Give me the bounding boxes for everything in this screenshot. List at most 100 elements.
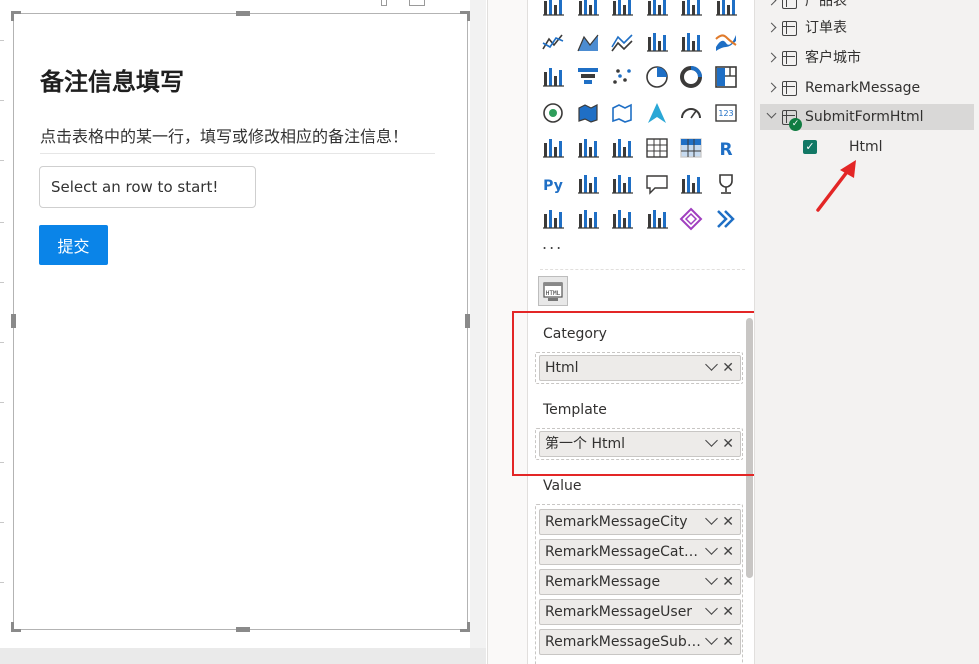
resize-handle-top[interactable] xyxy=(236,11,250,16)
table-icon xyxy=(782,51,797,66)
chevron-down-icon[interactable] xyxy=(705,512,718,525)
close-icon[interactable]: ✕ xyxy=(722,600,734,624)
submit-button[interactable]: 提交 xyxy=(39,225,108,265)
r-visual-icon[interactable]: R xyxy=(713,135,739,161)
svg-text:123: 123 xyxy=(718,109,733,118)
html-content-visual-icon[interactable]: HTML xyxy=(538,276,568,306)
resize-corner-br[interactable] xyxy=(460,622,470,632)
chevron-right-icon[interactable] xyxy=(766,52,777,63)
ruler-tick xyxy=(0,222,4,223)
custom-visual-icon[interactable] xyxy=(644,206,670,232)
resize-corner-tr[interactable] xyxy=(460,11,470,21)
close-icon[interactable]: ✕ xyxy=(722,570,734,594)
chevron-down-icon[interactable] xyxy=(705,542,718,555)
matrix-icon[interactable] xyxy=(678,135,704,161)
resize-handle-right[interactable] xyxy=(465,314,470,328)
resize-handle-bottom[interactable] xyxy=(236,627,250,632)
donut-icon[interactable] xyxy=(678,64,704,90)
stacked-column-icon[interactable] xyxy=(575,0,601,19)
resize-handle-left[interactable] xyxy=(11,314,16,328)
clustered-column-icon[interactable] xyxy=(644,0,670,19)
waterfall-icon[interactable] xyxy=(540,64,566,90)
power-apps-icon[interactable] xyxy=(575,206,601,232)
card-icon[interactable]: 123 xyxy=(713,100,739,126)
field-checkbox[interactable]: ✓ xyxy=(803,140,817,154)
shape-map-icon[interactable] xyxy=(609,100,635,126)
canvas-ruler xyxy=(0,0,6,664)
value-field[interactable]: RemarkMessageSubm... ✕ xyxy=(539,629,741,655)
azure-map-icon[interactable] xyxy=(644,100,670,126)
smart-narrative-icon[interactable] xyxy=(678,171,704,197)
slicer-icon[interactable] xyxy=(609,135,635,161)
highlight-box xyxy=(512,311,776,476)
table-icon xyxy=(782,81,797,96)
ribbon-chart-icon[interactable] xyxy=(713,29,739,55)
goals-icon[interactable] xyxy=(713,171,739,197)
scatter-icon[interactable] xyxy=(609,64,635,90)
diamond-visual-icon[interactable] xyxy=(678,206,704,232)
close-icon[interactable]: ✕ xyxy=(722,630,734,654)
chevron-down-icon[interactable] xyxy=(705,632,718,645)
map-icon[interactable] xyxy=(540,100,566,126)
table-row-remarkmessage[interactable]: RemarkMessage xyxy=(760,75,974,101)
filled-map-icon[interactable] xyxy=(575,100,601,126)
line-clustered-column-icon[interactable] xyxy=(678,29,704,55)
table-name: RemarkMessage xyxy=(805,80,921,96)
table-row-submitformhtml[interactable]: ✓ SubmitFormHtml xyxy=(760,104,974,131)
treemap-icon[interactable] xyxy=(713,64,739,90)
value-well[interactable]: RemarkMessageCity ✕ RemarkMessageCateg..… xyxy=(535,504,743,664)
value-field[interactable]: RemarkMessageUser ✕ xyxy=(539,599,741,625)
svg-text:Py: Py xyxy=(543,178,563,194)
decomposition-tree-icon[interactable] xyxy=(609,171,635,197)
ruler-tick xyxy=(0,342,4,343)
resize-corner-bl[interactable] xyxy=(11,622,21,632)
field-row-html[interactable]: ✓ Html xyxy=(800,134,960,160)
value-field[interactable]: RemarkMessage ✕ xyxy=(539,569,741,595)
html-visual-container[interactable] xyxy=(11,11,470,632)
gauge-icon[interactable] xyxy=(678,100,704,126)
chevron-down-icon[interactable] xyxy=(766,108,777,119)
close-icon[interactable]: ✕ xyxy=(722,510,734,534)
filter-icon[interactable] xyxy=(381,0,387,6)
stacked-area-icon[interactable] xyxy=(609,29,635,55)
table-row-product[interactable]: 产品表 xyxy=(760,0,974,14)
100-bar-icon[interactable] xyxy=(678,0,704,19)
kpi-icon[interactable] xyxy=(575,135,601,161)
qa-icon[interactable] xyxy=(644,171,670,197)
key-influencers-icon[interactable] xyxy=(575,171,601,197)
python-visual-icon[interactable]: Py xyxy=(540,171,566,197)
value-field[interactable]: RemarkMessageCity ✕ xyxy=(539,509,741,535)
multi-row-card-icon[interactable] xyxy=(540,135,566,161)
ruler-tick xyxy=(0,462,4,463)
chevron-down-icon[interactable] xyxy=(705,602,718,615)
line-column-icon[interactable] xyxy=(644,29,670,55)
funnel-icon[interactable] xyxy=(575,64,601,90)
ruler-tick xyxy=(0,282,4,283)
line-chart-icon[interactable] xyxy=(540,29,566,55)
focus-mode-icon[interactable] xyxy=(409,0,425,6)
red-arrow-annotation xyxy=(816,160,856,212)
stacked-bar-icon[interactable] xyxy=(540,0,566,19)
chevron-right-icon[interactable] xyxy=(766,82,777,93)
table-icon[interactable] xyxy=(644,135,670,161)
chevron-right-icon[interactable] xyxy=(766,22,777,33)
report-canvas: 备注信息填写 点击表格中的某一行，填写或修改相应的备注信息！ 提交 xyxy=(0,0,486,664)
chevron-visual-icon[interactable] xyxy=(713,206,739,232)
power-automate-icon[interactable] xyxy=(609,206,635,232)
close-icon[interactable]: ✕ xyxy=(722,540,734,564)
chevron-down-icon[interactable] xyxy=(705,572,718,585)
value-field[interactable]: RemarkMessageCateg... ✕ xyxy=(539,539,741,565)
more-visuals-button[interactable]: ... xyxy=(542,234,563,253)
ruler-tick xyxy=(0,582,4,583)
area-chart-icon[interactable] xyxy=(575,29,601,55)
remark-input[interactable] xyxy=(39,166,256,208)
table-row-customer-city[interactable]: 客户城市 xyxy=(760,45,974,71)
table-row-orders[interactable]: 订单表 xyxy=(760,15,974,41)
chevron-right-icon[interactable] xyxy=(766,0,777,6)
100-column-icon[interactable] xyxy=(713,0,739,19)
pie-icon[interactable] xyxy=(644,64,670,90)
paginated-report-icon[interactable] xyxy=(540,206,566,232)
table-name: 产品表 xyxy=(805,0,847,9)
resize-corner-tl[interactable] xyxy=(11,11,21,21)
clustered-bar-icon[interactable] xyxy=(609,0,635,19)
